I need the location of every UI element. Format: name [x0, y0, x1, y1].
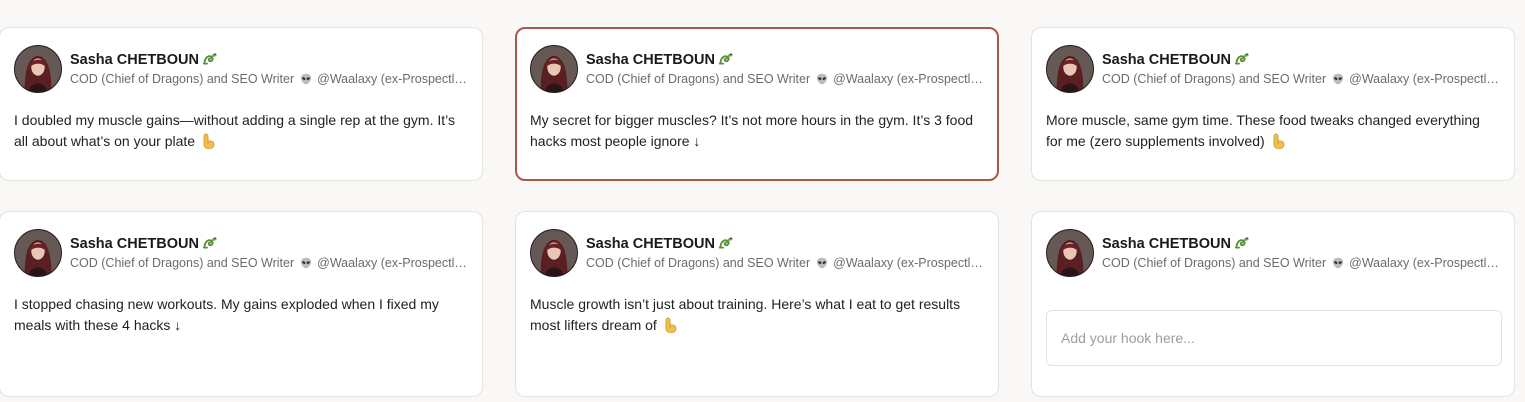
hook-card[interactable]: Sasha CHETBOUN COD (Chief of Dragons) an…: [515, 211, 999, 397]
hook-text: More muscle, same gym time. These food t…: [1046, 110, 1492, 152]
hook-text: I doubled my muscle gains—without adding…: [14, 110, 460, 152]
author-name-text: Sasha CHETBOUN: [1102, 236, 1231, 252]
new-hook-card: Sasha CHETBOUN COD (Chief of Dragons) an…: [1031, 211, 1515, 397]
dragon-icon: [202, 50, 219, 67]
avatar: [14, 229, 62, 277]
alien-icon: [816, 73, 828, 85]
headline-part-2: @Waalaxy (ex-Prospectl…: [317, 256, 467, 270]
author-name: Sasha CHETBOUN: [70, 50, 219, 68]
author-headline: COD (Chief of Dragons) and SEO Writer @W…: [586, 72, 983, 86]
headline-part-1: COD (Chief of Dragons) and SEO Writer: [70, 256, 295, 270]
dragon-icon: [1234, 50, 1251, 67]
dragon-icon: [202, 234, 219, 251]
author-header: Sasha CHETBOUN COD (Chief of Dragons) an…: [1046, 45, 1500, 95]
headline-part-1: COD (Chief of Dragons) and SEO Writer: [70, 72, 295, 86]
author-name-text: Sasha CHETBOUN: [70, 52, 199, 68]
author-name-text: Sasha CHETBOUN: [586, 236, 715, 252]
pointing-down-icon: [1271, 133, 1285, 149]
headline-part-1: COD (Chief of Dragons) and SEO Writer: [1102, 72, 1327, 86]
avatar: [1046, 229, 1094, 277]
author-headline: COD (Chief of Dragons) and SEO Writer @W…: [1102, 256, 1500, 270]
author-headline: COD (Chief of Dragons) and SEO Writer @W…: [70, 72, 468, 86]
dragon-icon: [718, 234, 735, 251]
author-name: Sasha CHETBOUN: [70, 234, 219, 252]
author-header: Sasha CHETBOUN COD (Chief of Dragons) an…: [530, 45, 983, 95]
headline-part-1: COD (Chief of Dragons) and SEO Writer: [1102, 256, 1327, 270]
headline-part-1: COD (Chief of Dragons) and SEO Writer: [586, 256, 811, 270]
author-name: Sasha CHETBOUN: [586, 50, 735, 68]
author-name: Sasha CHETBOUN: [1102, 50, 1251, 68]
hook-card[interactable]: Sasha CHETBOUN COD (Chief of Dragons) an…: [0, 211, 483, 397]
author-header: Sasha CHETBOUN COD (Chief of Dragons) an…: [14, 229, 468, 279]
hook-text: I stopped chasing new workouts. My gains…: [14, 294, 460, 336]
author-headline: COD (Chief of Dragons) and SEO Writer @W…: [70, 256, 468, 270]
hook-text-content: More muscle, same gym time. These food t…: [1046, 112, 1480, 149]
dragon-icon: [1234, 234, 1251, 251]
author-name-text: Sasha CHETBOUN: [1102, 52, 1231, 68]
alien-icon: [816, 257, 828, 269]
hook-card[interactable]: Sasha CHETBOUN COD (Chief of Dragons) an…: [1031, 27, 1515, 181]
headline-part-1: COD (Chief of Dragons) and SEO Writer: [586, 72, 811, 86]
author-headline: COD (Chief of Dragons) and SEO Writer @W…: [1102, 72, 1500, 86]
hook-text: My secret for bigger muscles? It’s not m…: [530, 110, 975, 152]
hook-text-content: I stopped chasing new workouts. My gains…: [14, 296, 439, 333]
author-header: Sasha CHETBOUN COD (Chief of Dragons) an…: [530, 229, 984, 279]
hook-text-content: My secret for bigger muscles? It’s not m…: [530, 112, 974, 149]
pointing-down-icon: [663, 317, 677, 333]
author-header: Sasha CHETBOUN COD (Chief of Dragons) an…: [1046, 229, 1500, 279]
author-headline: COD (Chief of Dragons) and SEO Writer @W…: [586, 256, 984, 270]
avatar: [14, 45, 62, 93]
headline-part-2: @Waalaxy (ex-Prospectl…: [317, 72, 467, 86]
alien-icon: [300, 73, 312, 85]
headline-part-2: @Waalaxy (ex-Prospectl…: [1349, 72, 1499, 86]
avatar: [1046, 45, 1094, 93]
author-name: Sasha CHETBOUN: [586, 234, 735, 252]
headline-part-2: @Waalaxy (ex-Prospectl…: [1349, 256, 1499, 270]
author-name-text: Sasha CHETBOUN: [586, 52, 715, 68]
hook-card-selected[interactable]: Sasha CHETBOUN COD (Chief of Dragons) an…: [515, 27, 999, 181]
hook-text-content: I doubled my muscle gains—without adding…: [14, 112, 455, 149]
pointing-down-icon: [201, 133, 215, 149]
avatar: [530, 45, 578, 93]
dragon-icon: [718, 50, 735, 67]
hook-text: Muscle growth isn’t just about training.…: [530, 294, 976, 336]
alien-icon: [1332, 73, 1344, 85]
hook-input[interactable]: [1046, 310, 1502, 366]
author-header: Sasha CHETBOUN COD (Chief of Dragons) an…: [14, 45, 468, 95]
avatar: [530, 229, 578, 277]
author-name-text: Sasha CHETBOUN: [70, 236, 199, 252]
headline-part-2: @Waalaxy (ex-Prospectl…: [833, 256, 983, 270]
hook-text-content: Muscle growth isn’t just about training.…: [530, 296, 961, 333]
headline-part-2: @Waalaxy (ex-Prospectl…: [833, 72, 983, 86]
alien-icon: [1332, 257, 1344, 269]
author-name: Sasha CHETBOUN: [1102, 234, 1251, 252]
alien-icon: [300, 257, 312, 269]
hook-card[interactable]: Sasha CHETBOUN COD (Chief of Dragons) an…: [0, 27, 483, 181]
